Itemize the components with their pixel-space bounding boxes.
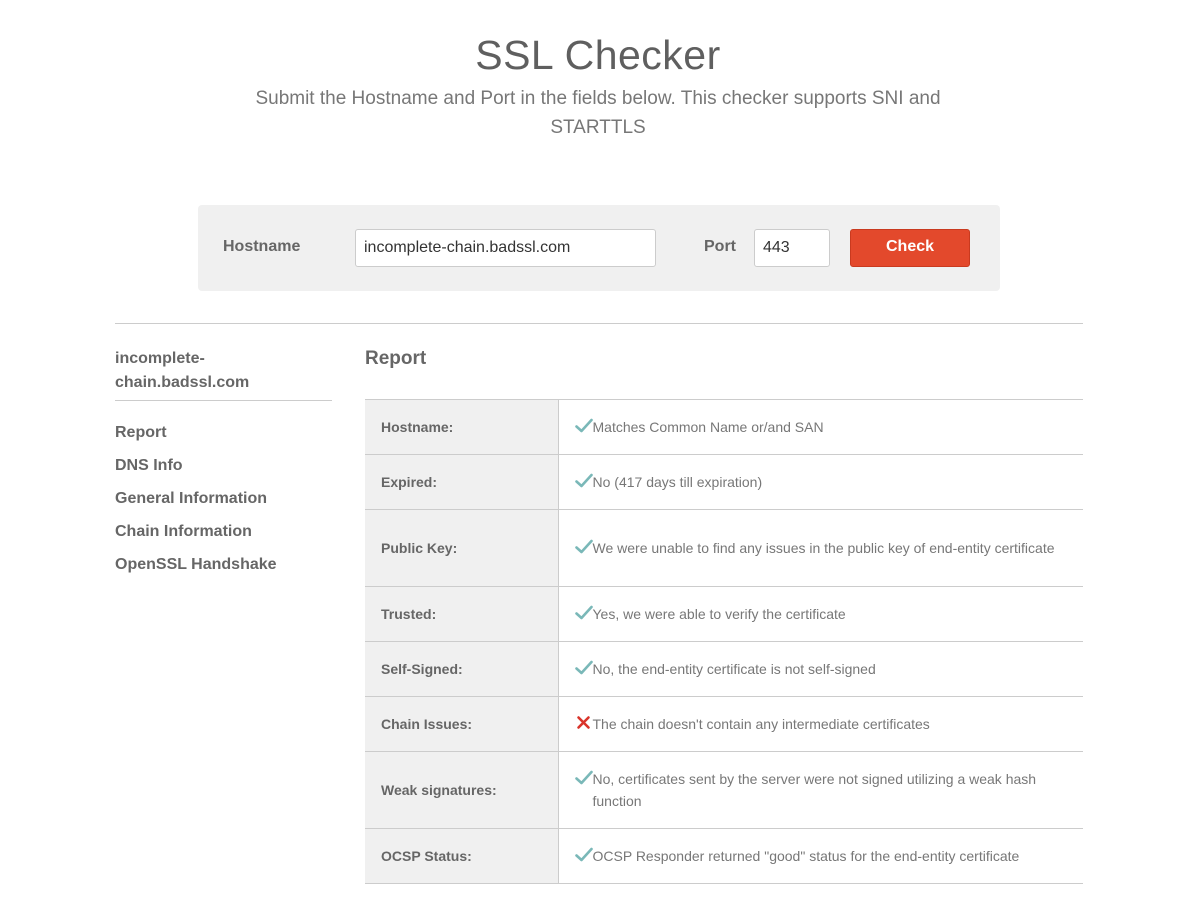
port-label: Port [704,238,736,255]
hostname-label: Hostname [223,238,301,255]
check-icon [574,658,593,676]
row-key: Expired: [365,454,559,510]
table-row: Self-Signed: No, the end-entity certific… [365,641,1083,697]
table-row: Expired: No (417 days till expiration) [365,454,1083,510]
table-row: Chain Issues: The chain doesn't contain … [365,696,1083,752]
cross-icon [575,713,593,731]
sidebar-item-report[interactable]: Report [115,422,277,455]
table-row: Weak signatures: No, certificates sent b… [365,751,1083,829]
sidebar-item-openssl-handshake[interactable]: OpenSSL Handshake [115,554,277,587]
check-icon [574,471,593,489]
table-row: Public Key: We were unable to find any i… [365,509,1083,587]
check-icon [574,603,593,621]
row-key: Hostname: [365,399,559,455]
report-table: Hostname: Matches Common Name or/and SAN… [365,399,1083,884]
check-icon [574,416,593,434]
page-subtitle: Submit the Hostname and Port in the fiel… [255,88,941,138]
section-divider [115,323,1083,324]
sidebar-hostname: incomplete-chain.badssl.com [115,347,332,401]
check-icon [574,768,593,786]
port-input[interactable] [754,229,830,267]
row-value: Matches Common Name or/and SAN [592,419,824,435]
row-value: No, certificates sent by the server were… [592,771,1037,809]
report-title: Report [365,348,427,369]
check-icon [574,537,593,555]
row-value: OCSP Responder returned "good" status fo… [592,848,1020,864]
check-form: Hostname Port Check [198,205,1000,291]
row-key: Trusted: [365,586,559,642]
row-value: We were unable to find any issues in the… [592,540,1055,556]
row-key: OCSP Status: [365,828,559,884]
row-value: Yes, we were able to verify the certific… [592,606,846,622]
sidebar-nav: Report DNS Info General Information Chai… [115,422,277,587]
row-value: No (417 days till expiration) [592,474,763,490]
table-row: Trusted: Yes, we were able to verify the… [365,586,1083,642]
page-title: SSL Checker [475,32,721,78]
row-value: No, the end-entity certificate is not se… [592,661,876,677]
sidebar-item-chain-information[interactable]: Chain Information [115,521,277,554]
sidebar-item-dns-info[interactable]: DNS Info [115,455,277,488]
table-row: OCSP Status: OCSP Responder returned "go… [365,828,1083,884]
hostname-input[interactable] [355,229,656,267]
check-icon [574,845,593,863]
check-button[interactable]: Check [850,229,970,267]
row-value: The chain doesn't contain any intermedia… [592,716,930,732]
sidebar-item-general-information[interactable]: General Information [115,488,277,521]
row-key: Self-Signed: [365,641,559,697]
row-key: Weak signatures: [365,751,559,829]
table-row: Hostname: Matches Common Name or/and SAN [365,399,1083,455]
row-key: Public Key: [365,509,559,587]
row-key: Chain Issues: [365,696,559,752]
